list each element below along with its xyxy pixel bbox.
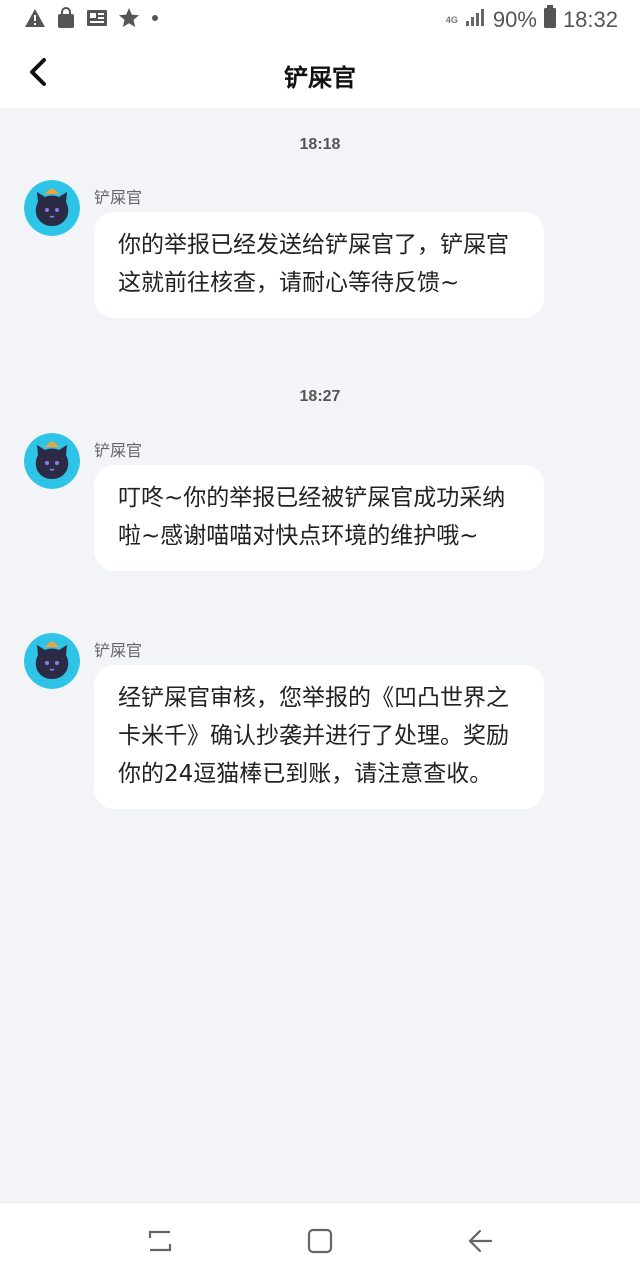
message-bubble[interactable]: 叮咚~你的举报已经被铲屎官成功采纳啦~感谢喵喵对快点环境的维护哦~: [94, 465, 544, 571]
news-icon: [86, 8, 108, 32]
battery-percent: 90%: [492, 7, 537, 32]
star-icon: [118, 7, 140, 33]
signal-icon: [465, 7, 487, 33]
back-nav-button[interactable]: [460, 1223, 500, 1263]
chat-message-list[interactable]: 18:18 铲屎官 你的举报已经发送给铲屎官了，铲屎官这就前往核查，请耐心等待反…: [0, 108, 640, 1202]
notification-icons: [24, 7, 160, 33]
avatar[interactable]: [24, 633, 80, 689]
sender-name: 铲屎官: [94, 441, 143, 460]
home-button[interactable]: [300, 1223, 340, 1263]
timestamp: 18:18: [299, 136, 341, 153]
cat-avatar-icon: [24, 433, 80, 489]
message-item: 铲屎官 经铲屎官审核，您举报的《凹凸世界之卡米千》确认抄袭并进行了处理。奖励你的…: [24, 633, 624, 863]
back-arrow-icon: [466, 1227, 494, 1259]
message-bubble[interactable]: 经铲屎官审核，您举报的《凹凸世界之卡米千》确认抄袭并进行了处理。奖励你的24逗猫…: [94, 665, 544, 809]
home-icon: [306, 1227, 334, 1259]
chat-header: 铲屎官: [0, 40, 640, 108]
page-title: 铲屎官: [284, 64, 356, 92]
avatar[interactable]: [24, 180, 80, 236]
navigation-bar: [0, 1202, 640, 1281]
system-status: 4G 90% 18:32: [445, 5, 618, 35]
recent-apps-button[interactable]: [140, 1223, 180, 1263]
avatar[interactable]: [24, 433, 80, 489]
cat-avatar-icon: [24, 180, 80, 236]
battery-icon: [543, 5, 557, 35]
clock: 18:32: [562, 7, 618, 32]
network-type: 4G: [445, 14, 458, 25]
warning-icon: [24, 8, 46, 32]
sender-name: 铲屎官: [94, 641, 143, 660]
shopping-bag-icon: [56, 7, 76, 33]
status-bar: 4G 90% 18:32: [0, 0, 640, 40]
message-item: 铲屎官 你的举报已经发送给铲屎官了，铲屎官这就前往核查，请耐心等待反馈~: [24, 180, 624, 370]
timestamp: 18:27: [299, 388, 341, 405]
sender-name: 铲屎官: [94, 188, 143, 207]
message-item: 铲屎官 叮咚~你的举报已经被铲屎官成功采纳啦~感谢喵喵对快点环境的维护哦~: [24, 433, 624, 623]
recent-apps-icon: [146, 1228, 174, 1258]
cat-avatar-icon: [24, 633, 80, 689]
message-bubble[interactable]: 你的举报已经发送给铲屎官了，铲屎官这就前往核查，请耐心等待反馈~: [94, 212, 544, 318]
dot-icon: [150, 7, 160, 33]
